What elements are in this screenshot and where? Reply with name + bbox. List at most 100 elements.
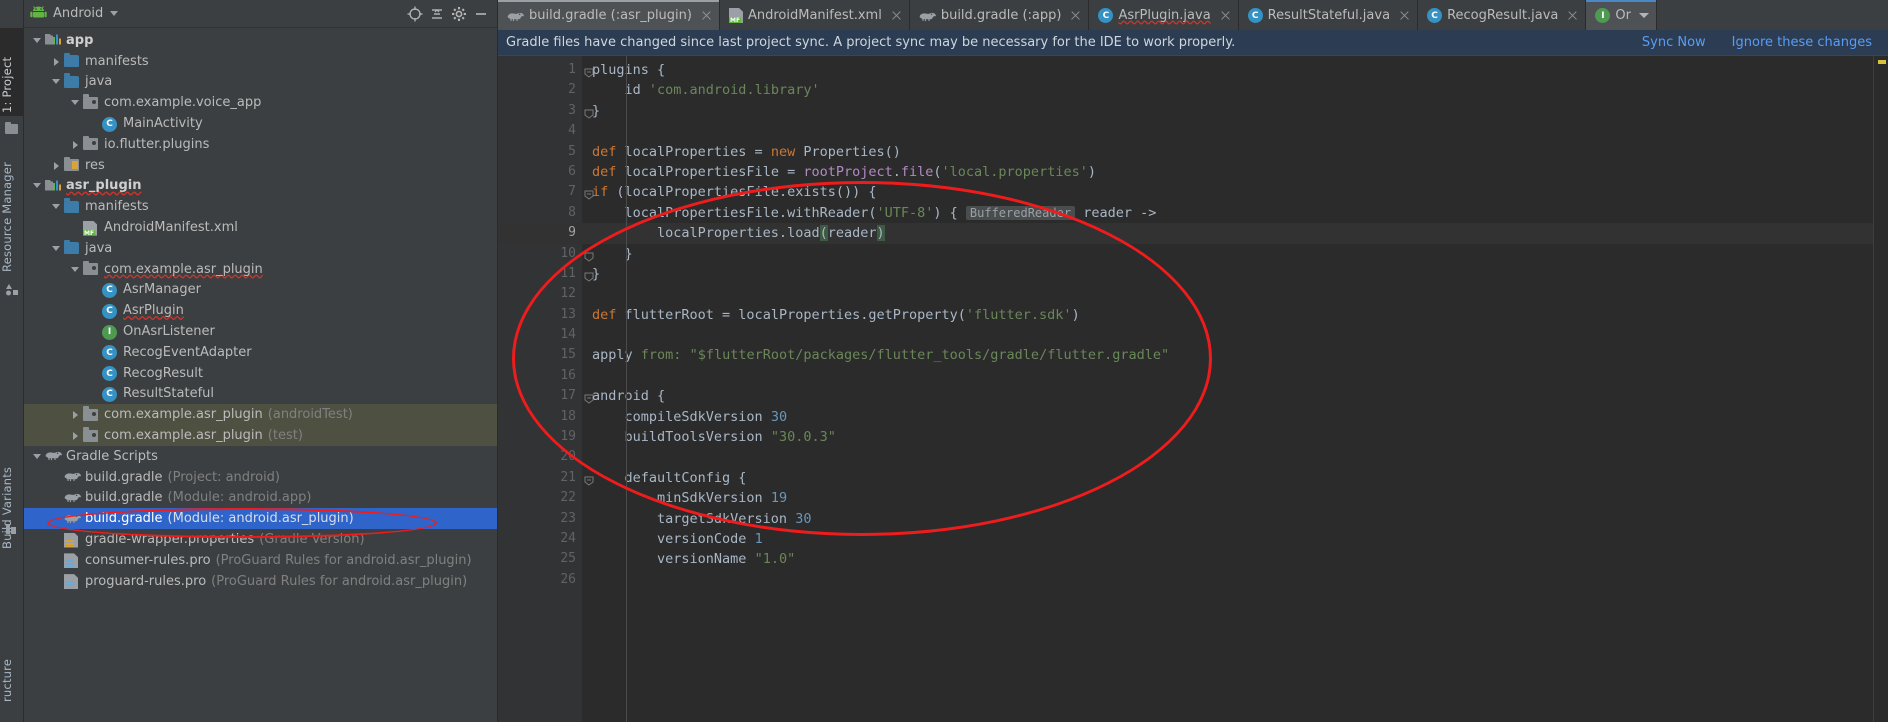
code-line[interactable]: buildToolsVersion "30.0.3" — [582, 427, 1874, 447]
chevron-right-icon[interactable] — [51, 160, 62, 171]
line-number-gutter[interactable]: 1 2 3 4 5 6 7 8 9 10 11 12 13 14 15 16 17 18 19 20 21 22 23 24 2… — [498, 56, 610, 722]
tree-row[interactable]: manifests — [24, 51, 497, 72]
editor-tab[interactable]: C RecogResult.java — [1418, 0, 1587, 30]
code-line[interactable]: } — [582, 264, 1874, 284]
editor-tab[interactable]: build.gradle (:asr_plugin) — [498, 0, 720, 30]
tool-tab-structure[interactable]: ructure — [0, 625, 24, 705]
code-line[interactable]: localPropertiesFile.withReader('UTF-8') … — [582, 203, 1874, 223]
tree-row[interactable]: AndroidManifest.xml — [24, 217, 497, 238]
editor-tab[interactable]: I Or — [1586, 0, 1657, 30]
code-line[interactable]: defaultConfig { — [582, 468, 1874, 488]
code-line[interactable]: id 'com.android.library' — [582, 80, 1874, 100]
close-tab-icon[interactable] — [1398, 9, 1410, 21]
tree-row[interactable]: Gradle Scripts — [24, 446, 497, 467]
tree-row[interactable]: gradle-wrapper.properties (Gradle Version… — [24, 529, 497, 550]
tree-row[interactable]: C RecogResult — [24, 363, 497, 384]
code-line[interactable]: def localProperties = new Properties() — [582, 142, 1874, 162]
close-tab-icon[interactable] — [1566, 9, 1578, 21]
chevron-right-icon[interactable] — [70, 430, 81, 441]
tree-row[interactable]: C RecogEventAdapter — [24, 342, 497, 363]
editor-tab[interactable]: C AsrPlugin.java — [1089, 0, 1239, 30]
code-line[interactable] — [582, 284, 1874, 304]
code-line[interactable] — [582, 570, 1874, 590]
code-line[interactable]: android { — [582, 386, 1874, 406]
tree-row[interactable]: consumer-rules.pro (ProGuard Rules for an… — [24, 550, 497, 571]
chevron-down-icon[interactable] — [1638, 12, 1649, 18]
editor-error-stripe[interactable] — [1874, 56, 1888, 722]
chevron-right-icon[interactable] — [70, 139, 81, 150]
close-tab-icon[interactable] — [1219, 9, 1231, 21]
collapse-all-icon[interactable] — [427, 4, 447, 24]
code-line[interactable]: plugins { — [582, 60, 1874, 80]
minimize-panel-icon[interactable] — [471, 4, 491, 24]
chevron-down-icon[interactable] — [70, 264, 81, 275]
code-line[interactable] — [582, 447, 1874, 467]
code-line[interactable] — [582, 121, 1874, 141]
editor-tab[interactable]: AndroidManifest.xml — [720, 0, 910, 30]
code-line[interactable]: def localPropertiesFile = rootProject.fi… — [582, 162, 1874, 182]
code-line[interactable]: versionCode 1 — [582, 529, 1874, 549]
tree-row[interactable]: com.example.asr_plugin (test) — [24, 425, 497, 446]
chevron-down-icon[interactable] — [70, 97, 81, 108]
project-view-selector-label[interactable]: Android — [53, 6, 103, 21]
tree-row[interactable]: C AsrPlugin — [24, 300, 497, 321]
chevron-right-icon[interactable] — [51, 56, 62, 67]
select-opened-file-icon[interactable] — [405, 4, 425, 24]
sync-now-link[interactable]: Sync Now — [1642, 35, 1706, 50]
code-line[interactable] — [582, 366, 1874, 386]
tree-row[interactable]: C AsrManager — [24, 280, 497, 301]
chevron-down-icon[interactable] — [51, 243, 62, 254]
code-line[interactable]: targetSdkVersion 30 — [582, 509, 1874, 529]
code-line[interactable] — [582, 325, 1874, 345]
code-line[interactable]: localProperties.load(reader) — [582, 223, 1874, 244]
chevron-down-icon[interactable] — [110, 11, 119, 16]
close-tab-icon[interactable] — [1069, 9, 1081, 21]
editor-tab[interactable]: C ResultStateful.java — [1239, 0, 1419, 30]
tree-row[interactable]: C MainActivity — [24, 113, 497, 134]
chevron-down-icon[interactable] — [32, 180, 43, 191]
code-line[interactable]: minSdkVersion 19 — [582, 488, 1874, 508]
code-line[interactable]: versionName "1.0" — [582, 549, 1874, 569]
chevron-down-icon[interactable] — [32, 451, 43, 462]
chevron-down-icon[interactable] — [51, 201, 62, 212]
tree-row[interactable]: I OnAsrListener — [24, 321, 497, 342]
tree-row[interactable]: build.gradle (Module: android.asr_plugin) — [24, 508, 497, 530]
code-line[interactable]: } — [582, 101, 1874, 121]
tree-row[interactable]: res — [24, 155, 497, 176]
tree-row[interactable]: io.flutter.plugins — [24, 134, 497, 155]
code-content[interactable]: plugins { id 'com.android.library'} def … — [582, 56, 1874, 722]
stripe-marker[interactable] — [1878, 60, 1886, 64]
chevron-down-icon[interactable] — [51, 76, 62, 87]
code-line[interactable]: def flutterRoot = localProperties.getPro… — [582, 305, 1874, 325]
code-line[interactable]: compileSdkVersion 30 — [582, 407, 1874, 427]
tree-row[interactable]: java — [24, 238, 497, 259]
tree-row[interactable]: proguard-rules.pro (ProGuard Rules for an… — [24, 571, 497, 592]
tree-row[interactable]: build.gradle (Project: android) — [24, 467, 497, 488]
tree-row[interactable]: java — [24, 72, 497, 93]
tree-row[interactable]: app — [24, 30, 497, 51]
code-editor[interactable]: 1 2 3 4 5 6 7 8 9 10 11 12 13 14 15 16 17 18 19 20 21 22 23 24 2… — [498, 56, 1888, 722]
tree-row[interactable]: build.gradle (Module: android.app) — [24, 488, 497, 509]
code-line[interactable]: apply from: "$flutterRoot/packages/flutt… — [582, 345, 1874, 365]
chevron-down-icon[interactable] — [32, 35, 43, 46]
tree-row[interactable]: com.example.voice_app — [24, 92, 497, 113]
tree-row[interactable]: com.example.asr_plugin (androidTest) — [24, 404, 497, 426]
tool-tab-project[interactable]: 1: Project — [0, 28, 24, 116]
editor-tab[interactable]: build.gradle (:app) — [910, 0, 1090, 30]
close-tab-icon[interactable] — [890, 9, 902, 21]
project-tree[interactable]: app manifests java com.example.voice_app C Ma… — [24, 28, 497, 722]
settings-gear-icon[interactable] — [449, 4, 469, 24]
tree-row[interactable]: asr_plugin — [24, 176, 497, 197]
code-line[interactable]: } — [582, 244, 1874, 264]
tree-row[interactable]: C ResultStateful — [24, 384, 497, 405]
ignore-changes-link[interactable]: Ignore these changes — [1732, 35, 1872, 50]
tool-tab-build-variants[interactable]: Build Variants — [0, 440, 24, 552]
tree-row[interactable]: com.example.asr_plugin — [24, 259, 497, 280]
editor-tab-bar[interactable]: build.gradle (:asr_plugin) AndroidManifes… — [498, 0, 1888, 30]
close-tab-icon[interactable] — [700, 9, 712, 21]
chevron-right-icon[interactable] — [70, 409, 81, 420]
tree-row[interactable]: manifests — [24, 196, 497, 217]
code-line[interactable]: if (localPropertiesFile.exists()) { — [582, 182, 1874, 202]
tool-tab-resource-manager[interactable]: Resource Manager — [0, 145, 24, 275]
